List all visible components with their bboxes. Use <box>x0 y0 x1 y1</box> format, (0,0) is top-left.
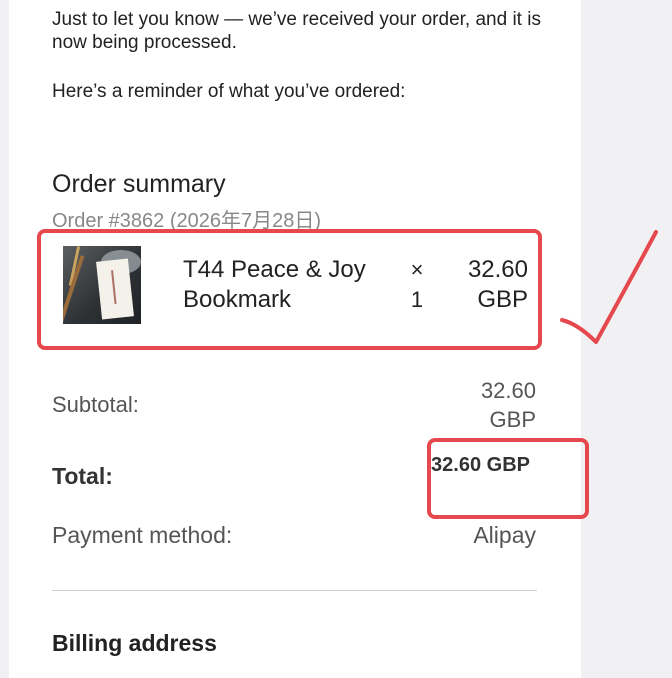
total-label: Total: <box>52 463 113 489</box>
payment-method-value: Alipay <box>473 522 536 548</box>
subtotal-label: Subtotal: <box>52 392 139 417</box>
order-summary-title: Order summary <box>52 170 226 198</box>
reminder-text: Here’s a reminder of what you’ve ordered… <box>52 81 406 102</box>
subtotal-value: 32.60 GBP <box>480 378 536 432</box>
order-confirmation-email: Just to let you know — we’ve received yo… <box>0 0 672 678</box>
checkmark-icon <box>560 230 658 344</box>
product-highlight-box <box>37 229 542 350</box>
intro-text: Just to let you know — we’ve received yo… <box>52 9 541 53</box>
payment-method-label: Payment method: <box>52 522 233 548</box>
section-divider <box>52 590 537 591</box>
left-margin <box>0 0 9 678</box>
billing-address-title: Billing address <box>52 630 217 656</box>
total-highlight-box <box>427 438 589 519</box>
